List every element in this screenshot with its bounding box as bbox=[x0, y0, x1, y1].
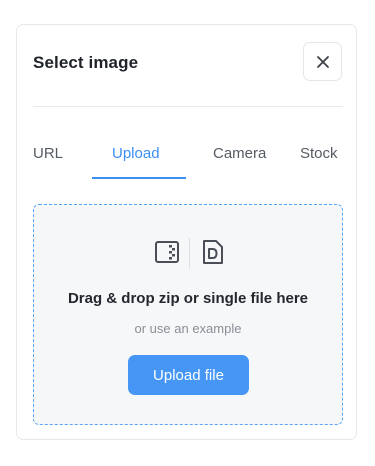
select-image-dialog: Select image URL Upload Camera Stock Dra… bbox=[16, 24, 357, 440]
file-dropzone[interactable]: Drag & drop zip or single file here or u… bbox=[33, 204, 343, 425]
tab-url[interactable]: URL bbox=[33, 145, 63, 162]
tab-stock[interactable]: Stock bbox=[300, 145, 338, 162]
file-type-icons bbox=[34, 238, 342, 268]
header-divider bbox=[33, 106, 343, 107]
drop-instruction: Drag & drop zip or single file here bbox=[67, 290, 309, 307]
active-tab-indicator bbox=[92, 177, 186, 179]
tab-upload[interactable]: Upload bbox=[112, 145, 160, 162]
source-tabs: URL Upload Camera Stock bbox=[17, 145, 358, 181]
document-file-icon bbox=[203, 240, 223, 264]
zip-file-icon bbox=[155, 241, 179, 263]
close-icon bbox=[316, 55, 329, 68]
upload-file-button[interactable]: Upload file bbox=[128, 355, 249, 395]
tab-camera[interactable]: Camera bbox=[213, 145, 266, 162]
dialog-title: Select image bbox=[33, 53, 139, 72]
use-example-link[interactable]: or use an example bbox=[34, 321, 342, 336]
icon-separator bbox=[189, 238, 190, 268]
close-button[interactable] bbox=[303, 42, 342, 81]
